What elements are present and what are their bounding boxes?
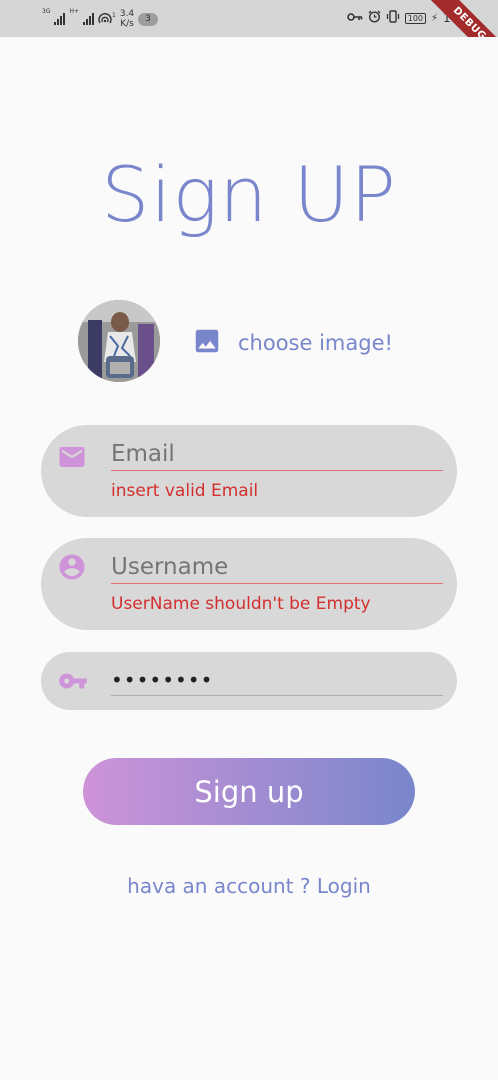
password-field-container <box>41 652 457 710</box>
username-error-text: UserName shouldn't be Empty <box>111 594 371 614</box>
signal-icon <box>54 13 66 25</box>
hotspot-count: 1 <box>112 12 116 19</box>
network-speed: 3.4 K/s <box>120 9 134 29</box>
signup-button[interactable]: Sign up <box>83 758 415 825</box>
vibrate-icon <box>386 10 400 26</box>
alarm-icon <box>368 10 381 26</box>
hotspot-icon: 1 <box>98 13 116 25</box>
username-field-container: UserName shouldn't be Empty <box>41 538 457 630</box>
signal-icon-2 <box>83 13 95 25</box>
login-link[interactable]: hava an account ? Login <box>0 874 498 898</box>
page-title: Sign UP <box>101 150 397 239</box>
network-type-label-2: H+ <box>69 8 80 15</box>
status-bar-left: 3G H+ 1 3.4 K/s 3 <box>42 9 158 29</box>
mail-icon <box>57 442 87 476</box>
account-circle-icon <box>57 552 87 586</box>
choose-image-label: choose image! <box>238 331 393 355</box>
vpn-key-icon <box>346 11 363 25</box>
avatar-photo <box>78 300 160 382</box>
speed-value: 3.4 <box>119 9 135 19</box>
email-field-container: insert valid Email <box>41 425 457 517</box>
email-error-text: insert valid Email <box>111 481 259 501</box>
status-bar: 3G H+ 1 3.4 K/s 3 100 ⚡ 10:0 DEBUG <box>0 0 498 37</box>
key-icon <box>57 666 89 700</box>
username-input[interactable] <box>111 554 443 584</box>
speed-unit: K/s <box>120 19 134 29</box>
image-icon <box>192 326 222 360</box>
network-type-label: 3G <box>42 8 51 15</box>
email-input[interactable] <box>111 441 443 471</box>
battery-icon: 100 <box>404 12 427 24</box>
choose-image-button[interactable]: choose image! <box>192 326 393 360</box>
profile-avatar[interactable] <box>78 300 160 382</box>
charging-icon: ⚡ <box>431 12 439 24</box>
password-input[interactable] <box>111 668 443 696</box>
notification-badge: 3 <box>138 12 158 26</box>
